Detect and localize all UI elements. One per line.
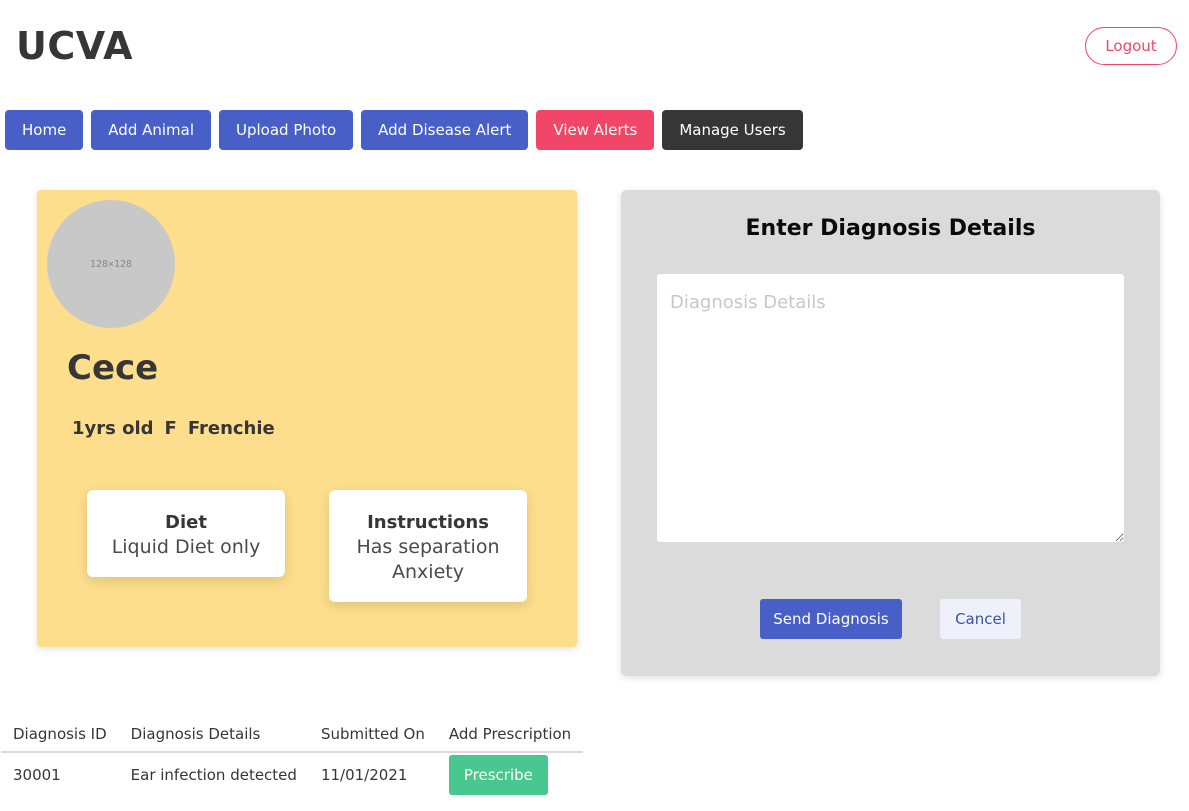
diet-box: Diet Liquid Diet only — [87, 490, 285, 577]
prescribe-button[interactable]: Prescribe — [448, 754, 548, 795]
avatar-placeholder-text: 128×128 — [89, 258, 133, 270]
instructions-value: Has separation Anxiety — [356, 536, 500, 583]
column-header-add-prescription: Add Prescription — [436, 716, 584, 753]
diagnosis-details-input[interactable] — [657, 274, 1124, 542]
cancel-button[interactable]: Cancel — [940, 599, 1021, 639]
main-nav: Home Add Animal Upload Photo Add Disease… — [5, 110, 803, 150]
nav-manage-users-button[interactable]: Manage Users — [662, 110, 803, 150]
nav-add-disease-alert-button[interactable]: Add Disease Alert — [361, 110, 529, 150]
column-header-submitted-on: Submitted On — [308, 716, 437, 753]
column-header-diagnosis-id: Diagnosis ID — [1, 716, 119, 753]
app-title: UCVA — [16, 24, 133, 68]
table-header-row: Diagnosis ID Diagnosis Details Submitted… — [1, 716, 584, 753]
diagnosis-table: Diagnosis ID Diagnosis Details Submitted… — [1, 716, 584, 796]
nav-add-animal-button[interactable]: Add Animal — [91, 110, 212, 150]
animal-breed: Frenchie — [187, 418, 275, 439]
animal-profile-card: 128×128 Cece 1yrs old F Frenchie Diet Li… — [37, 190, 577, 647]
diet-title: Diet — [165, 512, 207, 533]
cell-add-prescription: Prescribe — [437, 752, 583, 796]
diagnosis-form-title: Enter Diagnosis Details — [745, 216, 1036, 241]
nav-view-alerts-button[interactable]: View Alerts — [536, 110, 655, 150]
animal-meta: 1yrs old F Frenchie — [72, 418, 275, 439]
logout-button[interactable]: Logout — [1085, 27, 1177, 65]
column-header-diagnosis-details: Diagnosis Details — [118, 716, 309, 753]
send-diagnosis-button[interactable]: Send Diagnosis — [760, 599, 902, 639]
animal-sex: F — [164, 418, 177, 439]
table-row: 30001 Ear infection detected 11/01/2021 … — [1, 752, 583, 796]
nav-home-button[interactable]: Home — [5, 110, 84, 150]
instructions-box: Instructions Has separation Anxiety — [329, 490, 527, 602]
instructions-title: Instructions — [367, 512, 489, 533]
diagnosis-form-panel: Enter Diagnosis Details Send Diagnosis C… — [621, 190, 1160, 676]
nav-upload-photo-button[interactable]: Upload Photo — [219, 110, 354, 150]
cell-submitted-on: 11/01/2021 — [320, 765, 408, 784]
cell-diagnosis-details: Ear infection detected — [130, 765, 297, 784]
diet-value: Liquid Diet only — [111, 536, 261, 558]
animal-avatar: 128×128 — [47, 200, 175, 328]
cell-diagnosis-id: 30001 — [13, 765, 61, 784]
animal-age: 1yrs old — [72, 418, 154, 439]
animal-name: Cece — [67, 348, 159, 388]
